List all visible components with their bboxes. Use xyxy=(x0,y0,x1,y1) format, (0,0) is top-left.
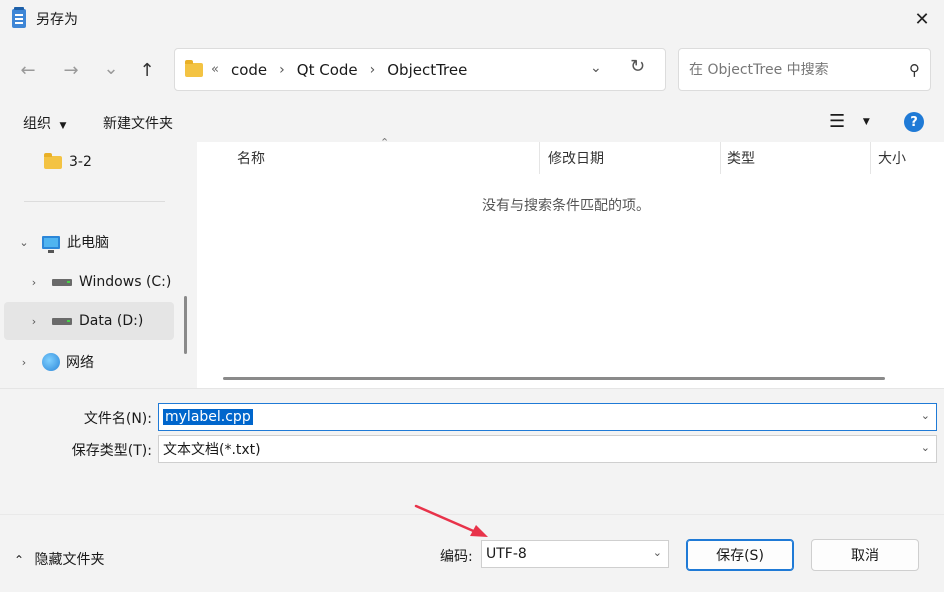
arrow-right-icon: → xyxy=(63,59,79,81)
caret-down-icon: ▼ xyxy=(862,117,870,127)
file-list: ⌃ 名称 修改日期 类型 大小 没有与搜索条件匹配的项。 xyxy=(197,136,944,388)
window-title: 另存为 xyxy=(36,12,78,28)
filename-label: 文件名(N): xyxy=(83,411,152,427)
save-form: 文件名(N): mylabel.cpp ⌄ 保存类型(T): 文本文档(*.tx… xyxy=(0,388,944,514)
chevron-right-icon[interactable]: › xyxy=(16,356,32,369)
encoding-label: 编码: xyxy=(440,549,473,565)
encoding-select[interactable]: UTF-8 ⌄ xyxy=(481,540,669,568)
organize-menu-button[interactable]: 组织 ▼ xyxy=(23,113,66,133)
help-button[interactable]: ? xyxy=(904,112,924,132)
refresh-button[interactable]: ↻ xyxy=(630,56,645,77)
close-icon: ✕ xyxy=(914,8,930,30)
annotation-arrow xyxy=(414,504,488,537)
sidebar-item-network[interactable]: › 网络 xyxy=(16,343,186,381)
toolbar: 组织 ▼ 新建文件夹 ☰ ▼ xyxy=(0,102,944,142)
recent-locations-button[interactable]: ⌄ xyxy=(96,53,126,83)
sidebar-item-label: Windows (C:) xyxy=(79,274,172,290)
caret-down-icon: ▼ xyxy=(59,121,67,131)
empty-message: 没有与搜索条件匹配的项。 xyxy=(482,198,650,214)
chevron-right-icon: › xyxy=(369,61,376,78)
drive-icon xyxy=(52,278,72,286)
column-header-size[interactable]: 大小 xyxy=(878,142,906,174)
filetype-select[interactable]: 文本文档(*.txt) ⌄ xyxy=(158,435,937,463)
sidebar-item-data-d[interactable]: › Data (D:) xyxy=(4,302,174,340)
sort-ascending-icon: ⌃ xyxy=(380,136,390,149)
filename-value[interactable]: mylabel.cpp xyxy=(163,409,253,425)
sidebar-item-label: Data (D:) xyxy=(79,313,144,329)
up-button[interactable]: ↑ xyxy=(132,55,162,85)
arrow-up-icon: ↑ xyxy=(139,59,155,81)
search-icon[interactable]: ⚲ xyxy=(909,61,920,79)
filename-field[interactable]: mylabel.cpp ⌄ xyxy=(158,403,937,431)
sidebar-item-label: 3-2 xyxy=(69,154,92,170)
computer-icon xyxy=(42,235,60,253)
column-divider[interactable] xyxy=(720,142,721,174)
back-button[interactable]: ← xyxy=(13,55,43,85)
chevron-down-icon[interactable]: ⌄ xyxy=(921,409,930,422)
filetype-label: 保存类型(T): xyxy=(71,443,152,459)
column-header-name[interactable]: 名称 xyxy=(237,142,265,174)
chevron-right-icon[interactable]: › xyxy=(26,315,42,328)
chevron-down-icon[interactable]: ⌄ xyxy=(921,441,930,454)
sidebar-divider xyxy=(24,201,165,202)
sidebar-scrollbar[interactable] xyxy=(184,296,187,354)
column-divider[interactable] xyxy=(539,142,540,174)
column-header-modified[interactable]: 修改日期 xyxy=(548,142,604,174)
sidebar-item-windows-c[interactable]: › Windows (C:) xyxy=(26,263,196,301)
network-icon xyxy=(42,353,60,371)
chevron-right-icon[interactable]: › xyxy=(26,276,42,289)
folder-icon xyxy=(44,152,62,169)
view-options-button[interactable]: ☰ ▼ xyxy=(829,111,870,132)
list-view-icon: ☰ xyxy=(829,111,846,132)
hide-folders-label: 隐藏文件夹 xyxy=(34,552,105,568)
filetype-value: 文本文档(*.txt) xyxy=(163,442,261,458)
help-icon: ? xyxy=(910,114,918,130)
chevron-right-icon: › xyxy=(279,61,285,78)
breadcrumb-item[interactable]: Qt Code xyxy=(297,61,358,79)
address-history-chevron-icon[interactable]: ⌄ xyxy=(590,60,602,76)
chevron-down-icon: ⌄ xyxy=(103,57,119,79)
save-button[interactable]: 保存(S) xyxy=(686,539,794,571)
new-folder-button[interactable]: 新建文件夹 xyxy=(103,113,173,133)
new-folder-label: 新建文件夹 xyxy=(103,116,173,132)
refresh-icon: ↻ xyxy=(630,56,646,77)
sidebar-item-label: 网络 xyxy=(66,355,94,371)
breadcrumb-item[interactable]: ObjectTree xyxy=(387,61,467,79)
sidebar-item-this-pc[interactable]: ⌄ 此电脑 xyxy=(16,223,186,261)
column-header-type[interactable]: 类型 xyxy=(727,142,755,174)
cancel-button[interactable]: 取消 xyxy=(811,539,919,571)
chevron-up-icon: ⌃ xyxy=(14,553,25,567)
encoding-value: UTF-8 xyxy=(486,546,527,562)
organize-label: 组织 xyxy=(23,116,51,132)
breadcrumb-item[interactable]: code xyxy=(231,61,267,79)
close-button[interactable]: ✕ xyxy=(900,0,944,38)
notepad-icon xyxy=(12,7,26,28)
folder-icon xyxy=(185,59,203,77)
drive-icon xyxy=(52,317,72,325)
search-box[interactable]: ⚲ xyxy=(678,48,931,91)
sidebar-item-label: 此电脑 xyxy=(67,235,109,251)
forward-button[interactable]: → xyxy=(56,55,86,85)
title-bar: 另存为 ✕ xyxy=(0,0,944,38)
navigation-pane: 3-2 ⌄ 此电脑 › Windows (C:) › Data (D:) › 网… xyxy=(0,142,194,388)
horizontal-scrollbar[interactable] xyxy=(223,377,885,380)
hide-folders-button[interactable]: ⌃ 隐藏文件夹 xyxy=(14,549,105,569)
arrow-left-icon: ← xyxy=(20,59,36,81)
column-divider[interactable] xyxy=(870,142,871,174)
chevron-down-icon[interactable]: ⌄ xyxy=(16,236,32,249)
breadcrumb-overflow[interactable]: « xyxy=(211,62,219,77)
sidebar-item-3-2[interactable]: 3-2 xyxy=(44,143,214,181)
chevron-down-icon[interactable]: ⌄ xyxy=(653,546,662,559)
search-input[interactable] xyxy=(689,61,889,78)
